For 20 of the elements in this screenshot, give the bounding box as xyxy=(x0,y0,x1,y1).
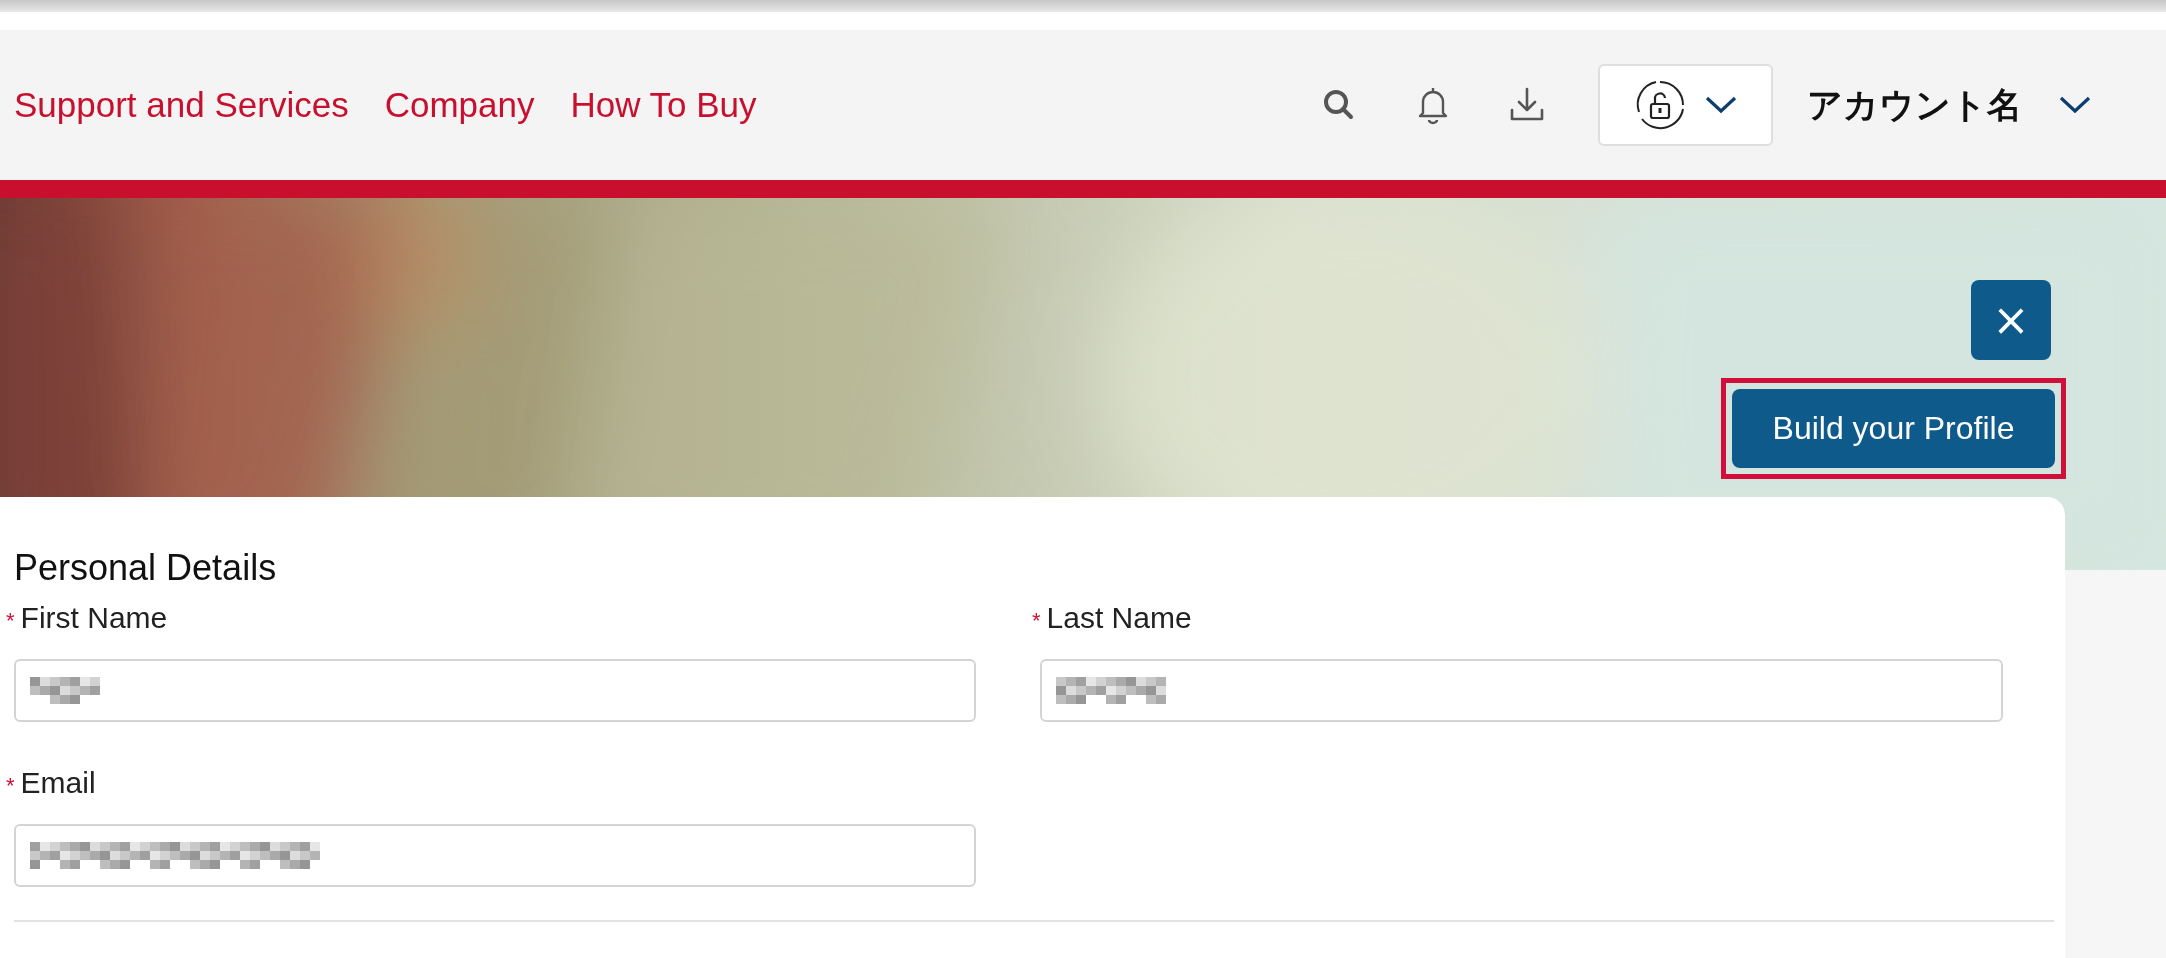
lock-dropdown[interactable] xyxy=(1598,64,1773,146)
required-mark: * xyxy=(6,608,15,634)
required-mark: * xyxy=(6,773,15,799)
nav-link[interactable]: Support and Services xyxy=(14,85,349,125)
nav-link[interactable]: How To Buy xyxy=(570,85,757,125)
input-field[interactable] xyxy=(14,824,976,887)
input-field[interactable] xyxy=(14,659,976,722)
account-name[interactable]: アカウント名 xyxy=(1807,81,2022,129)
chevron-down-icon xyxy=(1703,94,1738,116)
field-label: Email xyxy=(20,766,96,800)
input-field[interactable] xyxy=(1040,659,2003,722)
required-mark: * xyxy=(1032,608,1041,634)
field-label: Last Name xyxy=(1046,601,1192,635)
close-button[interactable]: × xyxy=(1971,280,2051,360)
chevron-down-icon[interactable] xyxy=(2058,94,2092,116)
section-title: Personal Details xyxy=(14,547,278,589)
field-label: First Name xyxy=(20,601,168,635)
nav-link[interactable]: Company xyxy=(384,85,535,125)
build-profile-button[interactable]: Build your Profile xyxy=(1732,389,2055,468)
pixelated-text-drawing xyxy=(30,677,100,704)
